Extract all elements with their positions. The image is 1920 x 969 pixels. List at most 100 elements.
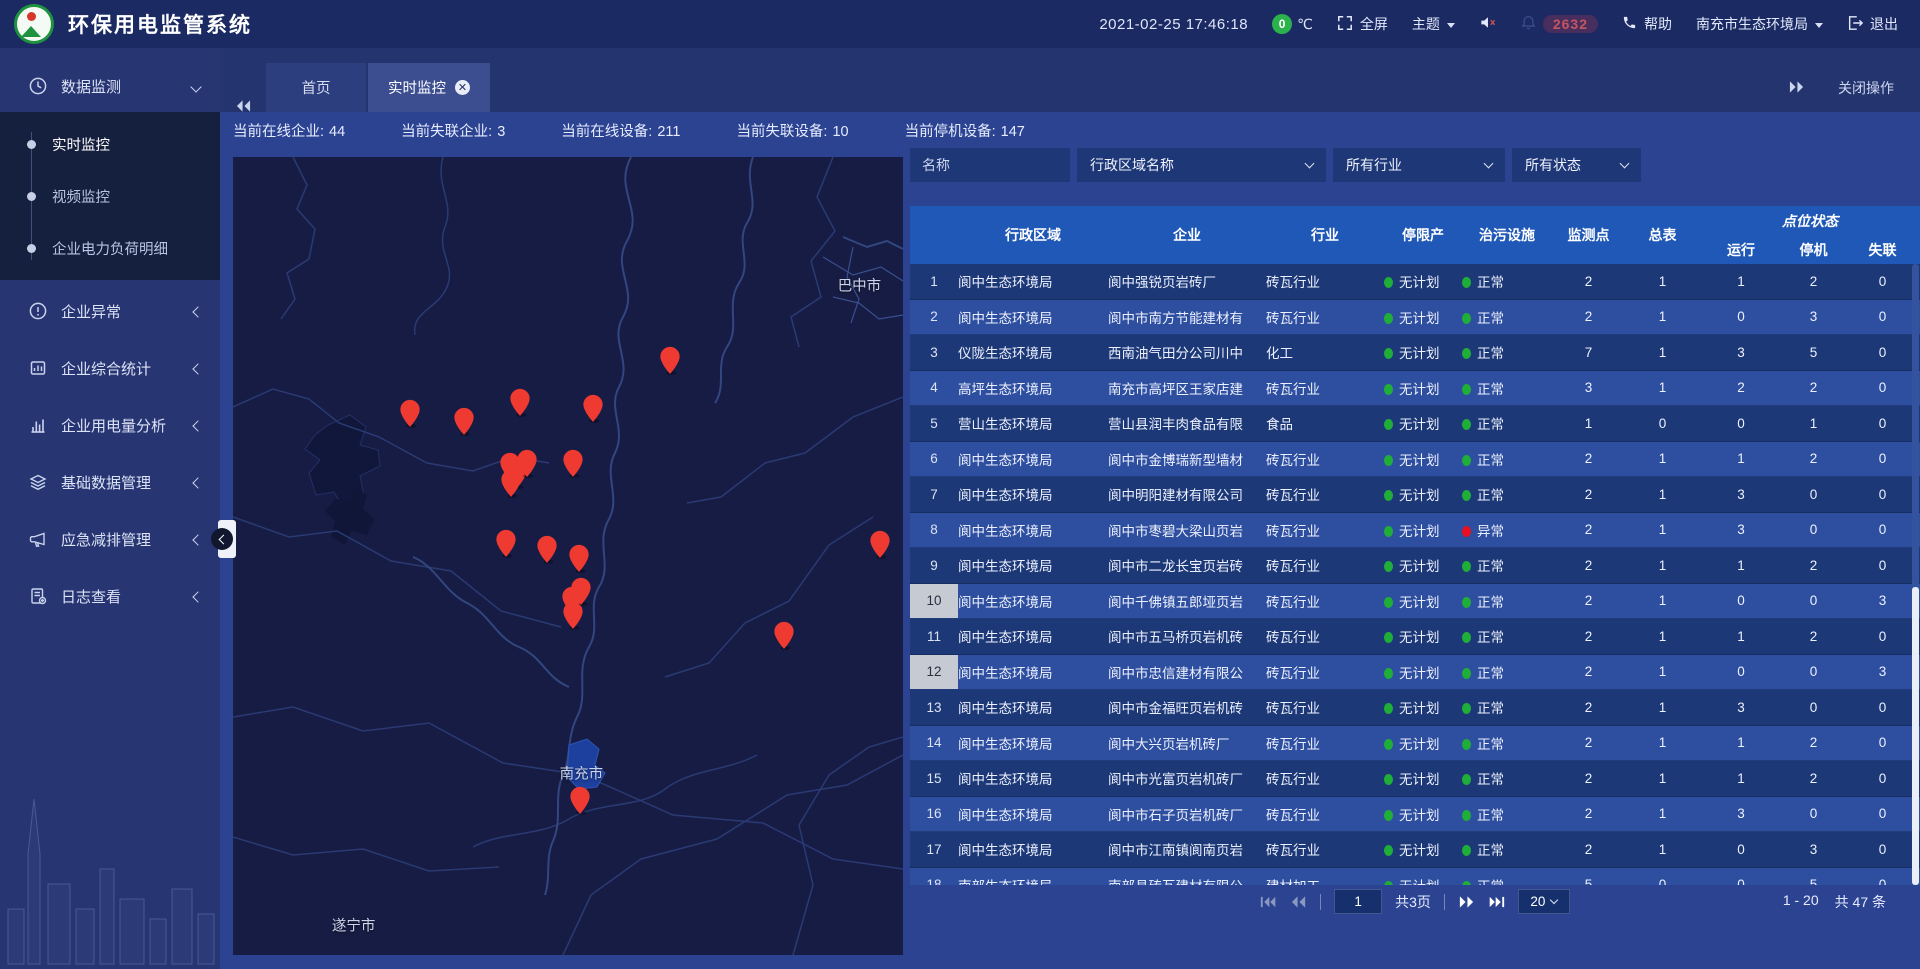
table-row[interactable]: 17阆中生态环境局阆中市江南镇阆南页岩砖瓦行业无计划正常21030 bbox=[910, 832, 1920, 868]
notification-count-badge[interactable]: 2632 bbox=[1543, 15, 1598, 33]
map-pin-3[interactable] bbox=[582, 394, 604, 424]
map-pin-10[interactable] bbox=[495, 529, 517, 559]
cell-lost: 0 bbox=[1845, 735, 1920, 750]
first-page-button[interactable] bbox=[1260, 895, 1277, 909]
map-pin-16[interactable] bbox=[869, 530, 891, 560]
sidebar-item-enterprise-stats[interactable]: 企业综合统计 bbox=[0, 342, 220, 394]
previous-page-button[interactable] bbox=[1290, 895, 1307, 909]
table-scrollbar-thumb[interactable] bbox=[1912, 587, 1919, 885]
notifications-button[interactable]: 2632 bbox=[1520, 14, 1598, 34]
row-index: 18 bbox=[910, 868, 958, 886]
cell-company: 南部县砖瓦建材有限公 bbox=[1108, 875, 1266, 885]
map-panel[interactable]: 巴中市南充市遂宁市 bbox=[233, 157, 903, 955]
map-pin-12[interactable] bbox=[568, 544, 590, 574]
map-pin-0[interactable] bbox=[399, 399, 421, 429]
tabs-scroll-right-button[interactable] bbox=[1789, 80, 1804, 96]
cell-company: 阆中强锐页岩砖厂 bbox=[1108, 271, 1266, 291]
limit-text: 无计划 bbox=[1399, 772, 1440, 787]
table-row[interactable]: 18南部生态环境局南部县砖瓦建材有限公建材加工无计划正常50050 bbox=[910, 868, 1920, 886]
cell-run: 1 bbox=[1700, 451, 1782, 466]
sidebar-item-emergency-reduction[interactable]: 应急减排管理 bbox=[0, 513, 220, 565]
logout-button[interactable]: 退出 bbox=[1847, 14, 1898, 34]
sidebar-item-base-data[interactable]: 基础数据管理 bbox=[0, 456, 220, 508]
cell-run: 3 bbox=[1700, 700, 1782, 715]
sidebar-collapse-handle[interactable] bbox=[218, 520, 236, 558]
table-row[interactable]: 6阆中生态环境局阆中市金博瑞新型墙材砖瓦行业无计划正常21120 bbox=[910, 442, 1920, 478]
col-header-stop: 停机 bbox=[1782, 235, 1845, 264]
table-row[interactable]: 15阆中生态环境局阆中市光富页岩机砖厂砖瓦行业无计划正常21120 bbox=[910, 761, 1920, 797]
sidebar-item-data-monitor[interactable]: 数据监测 bbox=[0, 60, 220, 112]
page-number-input[interactable]: 1 bbox=[1334, 889, 1382, 914]
map-pin-17[interactable] bbox=[773, 621, 795, 651]
tab-首页[interactable]: 首页 bbox=[266, 63, 366, 112]
table-row[interactable]: 5营山生态环境局营山县润丰肉食品有限食品无计划正常10010 bbox=[910, 406, 1920, 442]
status-dot-green bbox=[1384, 455, 1393, 466]
table-row[interactable]: 2阆中生态环境局阆中市南方节能建材有砖瓦行业无计划正常21030 bbox=[910, 300, 1920, 336]
close-operations-button[interactable]: 关闭操作 bbox=[1838, 78, 1894, 98]
facility-text: 正常 bbox=[1477, 488, 1504, 503]
cell-lost: 0 bbox=[1845, 842, 1920, 857]
table-row[interactable]: 12阆中生态环境局阆中市忠信建材有限公砖瓦行业无计划正常21003 bbox=[910, 655, 1920, 691]
tab-close-icon[interactable]: ✕ bbox=[455, 80, 470, 95]
table-row[interactable]: 10阆中生态环境局阆中千佛镇五郎垭页岩砖瓦行业无计划正常21003 bbox=[910, 584, 1920, 620]
table-row[interactable]: 13阆中生态环境局阆中市金福旺页岩机砖砖瓦行业无计划正常21300 bbox=[910, 690, 1920, 726]
temperature-unit: ℃ bbox=[1297, 16, 1313, 33]
cell-company: 阆中市南方节能建材有 bbox=[1108, 307, 1266, 327]
map-pin-18[interactable] bbox=[569, 786, 591, 816]
status-dot-green bbox=[1384, 845, 1393, 856]
tab-实时监控[interactable]: 实时监控✕ bbox=[368, 63, 490, 112]
chevron-left-icon bbox=[194, 417, 200, 434]
sidebar-subitem-video-monitor[interactable]: 视频监控 bbox=[0, 170, 220, 222]
cell-region: 阆中生态环境局 bbox=[958, 768, 1108, 788]
last-page-button[interactable] bbox=[1488, 895, 1505, 909]
cell-facility-status: 正常 bbox=[1462, 662, 1552, 682]
cell-company: 营山县润丰肉食品有限 bbox=[1108, 413, 1266, 433]
row-index: 6 bbox=[910, 442, 958, 477]
sidebar-subitem-power-load-detail[interactable]: 企业电力负荷明细 bbox=[0, 222, 220, 274]
cell-meters: 1 bbox=[1625, 451, 1700, 466]
table-row[interactable]: 1阆中生态环境局阆中强锐页岩砖厂砖瓦行业无计划正常21120 bbox=[910, 264, 1920, 300]
status-dot-green bbox=[1462, 561, 1471, 572]
sidebar-subitem-realtime-monitor[interactable]: 实时监控 bbox=[0, 118, 220, 170]
fullscreen-button[interactable]: 全屏 bbox=[1337, 14, 1388, 34]
table-scrollbar-track[interactable] bbox=[1912, 264, 1919, 885]
sidebar-item-enterprise-abnormal[interactable]: 企业异常 bbox=[0, 285, 220, 337]
table-row[interactable]: 7阆中生态环境局阆中明阳建材有限公司砖瓦行业无计划正常21300 bbox=[910, 477, 1920, 513]
map-pin-15[interactable] bbox=[562, 601, 584, 631]
tabs-scroll-left-button[interactable] bbox=[220, 100, 266, 112]
mute-button[interactable] bbox=[1479, 14, 1496, 34]
cell-company: 阆中大兴页岩机砖厂 bbox=[1108, 733, 1266, 753]
cell-meters: 1 bbox=[1625, 593, 1700, 608]
map-pin-9[interactable] bbox=[562, 449, 584, 479]
table-row[interactable]: 14阆中生态环境局阆中大兴页岩机砖厂砖瓦行业无计划正常21120 bbox=[910, 726, 1920, 762]
table-row[interactable]: 4高坪生态环境局南充市高坪区王家店建砖瓦行业无计划正常31220 bbox=[910, 371, 1920, 407]
name-search-input[interactable] bbox=[910, 148, 1070, 182]
cell-stop: 1 bbox=[1782, 416, 1845, 431]
theme-menu-button[interactable]: 主题 bbox=[1412, 14, 1455, 34]
status-filter-select[interactable]: 所有状态 bbox=[1512, 148, 1641, 182]
limit-text: 无计划 bbox=[1399, 524, 1440, 539]
page-size-select[interactable]: 20 bbox=[1518, 889, 1570, 914]
map-pin-4[interactable] bbox=[659, 345, 681, 375]
table-row[interactable]: 16阆中生态环境局阆中市石子页岩机砖厂砖瓦行业无计划正常21300 bbox=[910, 797, 1920, 833]
cell-facility-status: 正常 bbox=[1462, 555, 1552, 575]
cell-run: 0 bbox=[1700, 842, 1782, 857]
map-pin-11[interactable] bbox=[536, 534, 558, 564]
industry-filter-select[interactable]: 所有行业 bbox=[1333, 148, 1505, 182]
table-row[interactable]: 8阆中生态环境局阆中市枣碧大梁山页岩砖瓦行业无计划异常21300 bbox=[910, 513, 1920, 549]
row-index: 7 bbox=[910, 477, 958, 512]
table-row[interactable]: 11阆中生态环境局阆中市五马桥页岩机砖砖瓦行业无计划正常21120 bbox=[910, 619, 1920, 655]
table-row[interactable]: 9阆中生态环境局阆中市二龙长宝页岩砖砖瓦行业无计划正常21120 bbox=[910, 548, 1920, 584]
col-header-point-status-group: 点位状态 bbox=[1700, 206, 1920, 235]
next-page-button[interactable] bbox=[1458, 895, 1475, 909]
map-pin-2[interactable] bbox=[509, 388, 531, 418]
org-menu-button[interactable]: 南充市生态环境局 bbox=[1696, 14, 1823, 34]
sidebar-item-power-analysis[interactable]: 企业用电量分析 bbox=[0, 399, 220, 451]
map-pin-8[interactable] bbox=[500, 469, 522, 499]
map-pin-1[interactable] bbox=[453, 407, 475, 437]
region-filter-select[interactable]: 行政区域名称 bbox=[1077, 148, 1326, 182]
sidebar-nav: 数据监测实时监控视频监控企业电力负荷明细企业异常企业综合统计企业用电量分析基础数… bbox=[0, 60, 220, 622]
sidebar-item-log-view[interactable]: 日志查看 bbox=[0, 570, 220, 622]
help-button[interactable]: 帮助 bbox=[1622, 14, 1672, 34]
table-row[interactable]: 3仪陇生态环境局西南油气田分公司川中化工无计划正常71350 bbox=[910, 335, 1920, 371]
